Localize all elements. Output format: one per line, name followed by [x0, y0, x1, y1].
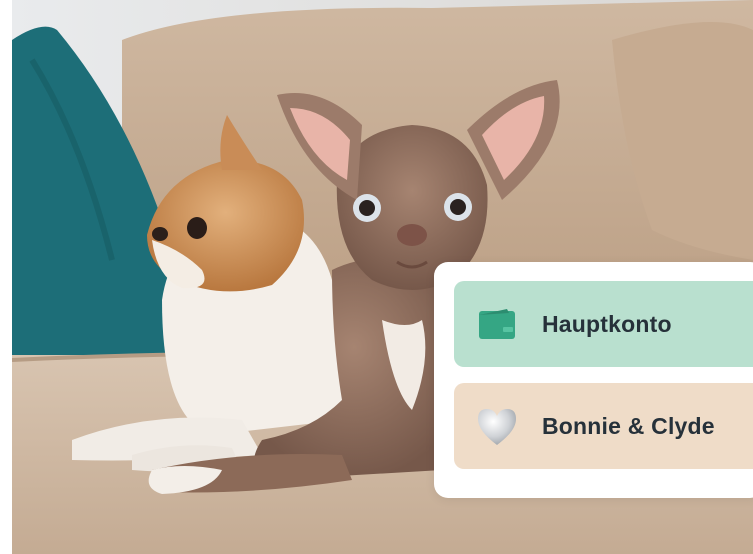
account-item-hauptkonto[interactable]: Hauptkonto — [454, 281, 753, 367]
account-label: Bonnie & Clyde — [542, 412, 715, 439]
account-card: Hauptkonto Bonnie & Clyde — [434, 262, 753, 498]
wallet-icon — [474, 301, 520, 347]
account-label: Hauptkonto — [542, 310, 672, 337]
account-item-bonnie-clyde[interactable]: Bonnie & Clyde — [454, 383, 753, 469]
heart-icon — [474, 403, 520, 449]
